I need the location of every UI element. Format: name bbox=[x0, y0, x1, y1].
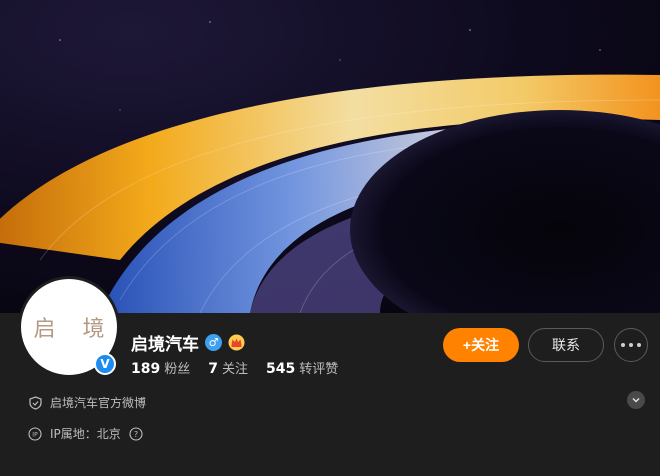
verified-badge-icon: V bbox=[94, 353, 116, 375]
ip-icon: IP bbox=[28, 426, 42, 441]
stat-followers[interactable]: 189 粉丝 bbox=[131, 358, 190, 377]
help-icon[interactable]: ? bbox=[129, 426, 143, 441]
following-label: 关注 bbox=[222, 362, 249, 377]
interactions-count: 545 bbox=[266, 361, 296, 377]
bio-text: 启境汽车官方微博 bbox=[50, 396, 147, 410]
contact-button[interactable]: 联系 bbox=[528, 328, 604, 362]
shield-icon bbox=[28, 395, 42, 410]
ip-location-text: IP属地：北京 bbox=[50, 427, 121, 441]
stat-following[interactable]: 7 关注 bbox=[208, 358, 248, 377]
ip-location-row: IP IP属地：北京 ? bbox=[28, 425, 143, 442]
gender-symbol: ♂ bbox=[208, 336, 219, 349]
more-dot bbox=[621, 343, 625, 347]
followers-label: 粉丝 bbox=[164, 362, 191, 377]
bio-row: 启境汽车官方微博 bbox=[28, 394, 146, 411]
expand-chevron-icon[interactable] bbox=[627, 391, 645, 409]
avatar-logo-text: 启 境 bbox=[33, 317, 115, 342]
more-options-button[interactable] bbox=[614, 328, 648, 362]
following-count: 7 bbox=[208, 361, 218, 377]
profile-name: 启境汽车 bbox=[131, 335, 199, 355]
more-dot bbox=[629, 343, 633, 347]
cover-banner bbox=[0, 0, 660, 313]
followers-count: 189 bbox=[131, 361, 161, 377]
interactions-label: 转评赞 bbox=[299, 362, 339, 377]
more-dot bbox=[637, 343, 641, 347]
profile-stats: 189 粉丝 7 关注 545 转评赞 bbox=[131, 358, 338, 377]
svg-text:?: ? bbox=[134, 430, 138, 439]
name-row: 启境汽车 ♂ bbox=[131, 330, 245, 355]
verified-mark: V bbox=[100, 357, 110, 371]
stat-interactions[interactable]: 545 转评赞 bbox=[266, 358, 338, 377]
crown-badge-icon[interactable] bbox=[228, 334, 245, 351]
profile-page: 启 境 V 启境汽车 ♂ 189粉丝 7 关注 545转评赞 +关注 联系 bbox=[0, 0, 660, 476]
male-gender-icon: ♂ bbox=[205, 334, 222, 351]
follow-button[interactable]: +关注 bbox=[443, 328, 519, 362]
cover-image bbox=[0, 0, 660, 313]
svg-text:IP: IP bbox=[32, 431, 38, 438]
